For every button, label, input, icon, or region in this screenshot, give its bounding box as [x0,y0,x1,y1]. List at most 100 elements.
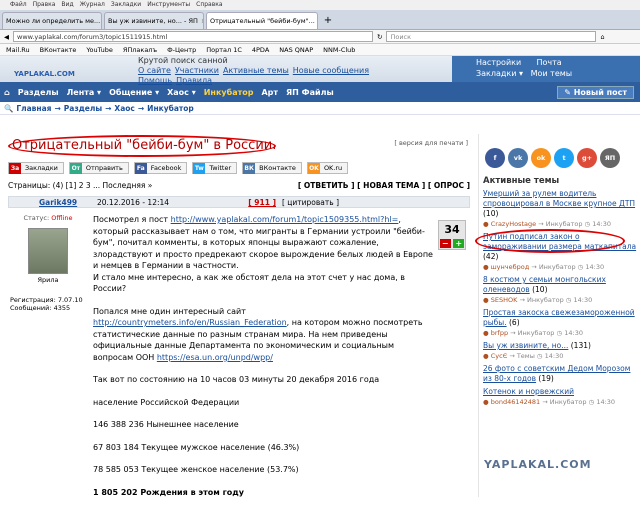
topic-section[interactable]: → Темы [507,352,537,360]
quote-button[interactable]: [ цитировать ] [282,198,339,207]
share-button[interactable]: ОтОтправить [69,162,129,174]
menu-item[interactable]: Файл [10,0,27,10]
active-topic-item[interactable]: 26 фото с советским Дедом Морозом из 80-… [479,361,640,384]
active-topic-item[interactable]: Простая закоска свежезамороженной рыбы. … [479,305,640,328]
breadcrumb-chaos[interactable]: Хаос [114,104,134,113]
header-link[interactable]: Активные темы [223,66,289,75]
bookmark-item[interactable]: YouTube [86,46,112,54]
search-input[interactable]: Поиск [386,31,596,42]
nav-talk[interactable]: Общение ▾ [109,88,159,97]
new-tab-icon[interactable]: + [320,13,336,29]
topic-section[interactable]: → Инкубатор [508,329,556,337]
site-logo[interactable]: YAPLAKAL.COM [14,70,75,78]
tab-2[interactable]: Вы уж извините, но... - ЯП× [104,12,204,29]
social-icon[interactable]: ЯП [600,148,620,168]
header-link[interactable]: Помощь [138,76,172,85]
menu-item[interactable]: Вид [61,0,73,10]
nav-files[interactable]: ЯП Файлы [286,88,334,97]
paragraph: 146 388 236 Нынешнее население [93,419,433,431]
bookmark-item[interactable]: 4PDA [252,46,269,54]
menu-item[interactable]: Закладки [111,0,141,10]
header-link[interactable]: Правила [176,76,212,85]
bookmark-item[interactable]: NAS QNAP [279,46,313,54]
tab-1[interactable]: Можно ли определить ме...× [2,12,102,29]
reload-icon[interactable]: ↻ [377,33,382,41]
breadcrumb-home[interactable]: Главная [16,104,51,113]
menu-item[interactable]: Инструменты [147,0,190,10]
active-topic-item[interactable]: Умерший за рулем водитель спровоцировал … [479,186,640,219]
topic-section[interactable]: → Инкубатор [517,296,565,304]
topic-author[interactable]: ● СусЄ [483,352,507,360]
search-icon[interactable]: 🔍 [4,104,13,113]
tab-3-active[interactable]: Отрицательный "бейби-бум"...× [206,12,318,29]
my-topics-link[interactable]: Мои темы [531,69,572,78]
social-icon[interactable]: t [554,148,574,168]
print-version-link[interactable]: [ версия для печати ] [394,139,468,147]
topic-section[interactable]: → Инкубатор [540,398,588,406]
author-link[interactable]: Garik499 [9,198,87,207]
header-link[interactable]: О сайте [138,66,171,75]
nav-art[interactable]: Арт [261,88,278,97]
post-link[interactable]: http://countrymeters.info/en/Russian_Fed… [93,318,287,327]
social-icon[interactable]: g+ [577,148,597,168]
menu-item[interactable]: Правка [33,0,56,10]
bookmark-item[interactable]: Mail.Ru [6,46,30,54]
social-icon[interactable]: f [485,148,505,168]
breadcrumb-sections[interactable]: Разделы [64,104,102,113]
share-button[interactable]: ЗаЗакладки [8,162,64,174]
social-icon[interactable]: ok [531,148,551,168]
social-icon[interactable]: vk [508,148,528,168]
post-link[interactable]: http://www.yaplakal.com/forum1/topic1509… [171,215,399,224]
settings-link[interactable]: Настройки [476,58,521,67]
plus-button[interactable]: + [453,239,464,248]
share-button[interactable]: FaFacebook [134,162,188,174]
mail-link[interactable]: Почта [536,58,561,67]
nav-sections[interactable]: Разделы [18,88,59,97]
topic-author[interactable]: ● шунчеброд [483,263,529,271]
header-link[interactable]: Новые сообщения [293,66,369,75]
topic-link[interactable]: 26 фото с советским Дедом Морозом из 80-… [483,364,630,383]
nav-chaos[interactable]: Хаос ▾ [167,88,196,97]
page-links[interactable]: Страницы: (4) [1] 2 3 ... Последняя » [8,181,152,190]
bookmark-item[interactable]: ЯПлакалъ [123,46,157,54]
bookmark-item[interactable]: ВКонтакте [40,46,77,54]
bookmark-item[interactable]: Портал 1С [206,46,242,54]
active-topic-item[interactable]: 8 костюм у семьи монгольских оленеводов … [479,272,640,295]
minus-button[interactable]: − [440,239,451,248]
share-button[interactable]: ВКВКонтакте [242,162,302,174]
topic-author[interactable]: ● brfpp [483,329,508,337]
home-icon[interactable]: ⌂ [600,33,604,41]
avatar[interactable] [28,228,68,274]
share-button[interactable]: TwTwitter [192,162,237,174]
header-link[interactable]: Участники [175,66,219,75]
topic-link[interactable]: Умерший за рулем водитель спровоцировал … [483,189,635,208]
post-number[interactable]: [ 911 ] [248,198,276,207]
menu-item[interactable]: Журнал [80,0,105,10]
nav-incubator[interactable]: Инкубатор [204,88,254,97]
topic-link[interactable]: Котенок и норвежский [483,387,574,396]
breadcrumb-incubator[interactable]: Инкубатор [147,104,194,113]
topic-author[interactable]: ● bond46142481 [483,398,540,406]
home-icon[interactable]: ⌂ [4,88,10,97]
back-icon[interactable]: ◀ [4,33,9,41]
close-icon[interactable]: × [201,17,204,25]
active-topic-item[interactable]: Вы уж извините, но... (131) [479,338,640,351]
topic-section[interactable]: → Инкубатор [536,220,584,228]
bookmarks-link[interactable]: Закладки [476,69,516,78]
topic-author[interactable]: ● CrazyHostage [483,220,536,228]
post-link[interactable]: https://esa.un.org/unpd/wpp/ [157,353,273,362]
active-topic-item[interactable]: Котенок и норвежский [479,384,640,397]
page-title: Отрицательный "бейби-бум" в России. [12,138,276,153]
bookmark-item[interactable]: Ф-Центр [167,46,196,54]
topic-author[interactable]: ● SESHOK [483,296,517,304]
new-post-button[interactable]: ✎ Новый пост [557,86,634,99]
menu-item[interactable]: Справка [196,0,222,10]
topic-actions[interactable]: [ ОТВЕТИТЬ ] [ НОВАЯ ТЕМА ] [ ОПРОС ] [298,181,470,190]
bookmark-item[interactable]: NNM-Club [323,46,355,54]
address-input[interactable]: www.yaplakal.com/forum3/topic1511915.htm… [13,31,373,42]
topic-link[interactable]: Вы уж извините, но... [483,341,568,350]
topic-section[interactable]: → Инкубатор [529,263,577,271]
nav-feed[interactable]: Лента ▾ [67,88,101,97]
share-button[interactable]: OKOK.ru [307,162,348,174]
share-label: ВКонтакте [259,164,296,172]
